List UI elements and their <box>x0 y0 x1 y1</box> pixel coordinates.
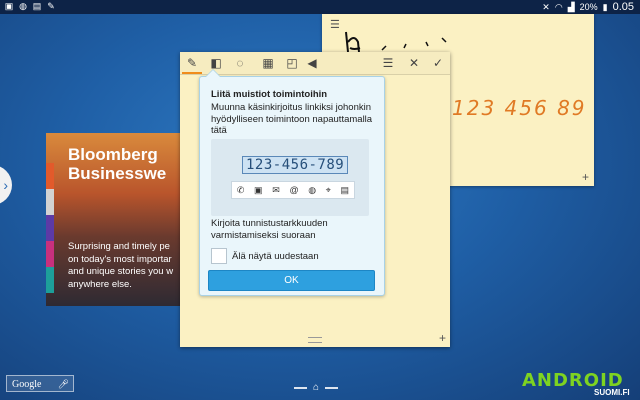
demo-action-icons: ✆ ▣ ✉ @ ◍ ⌖ ▤ <box>231 181 355 199</box>
gallery-icon: ▣ <box>4 1 14 11</box>
home-page-icon: ⌂ <box>313 382 320 393</box>
bloomberg-title-line2: Businesswe <box>68 164 167 183</box>
popup-title: Liitä muistiot toimintoihin <box>211 89 328 100</box>
image-insert-icon[interactable]: ▦ <box>260 55 276 71</box>
browser-icon: ◍ <box>308 184 317 195</box>
stripe-orange <box>46 163 54 189</box>
status-bar: ▣ ◍ ▤ ✎ ✕ ◠ ▟ 20% ▮ 0.05 <box>0 0 640 14</box>
popup-description: Muunna käsinkirjoitus linkiksi johonkin … <box>211 102 373 136</box>
page-dot <box>325 387 339 389</box>
bloomberg-title: Bloomberg Businesswe <box>68 145 166 183</box>
contact-icon: ▣ <box>254 184 263 195</box>
bloomberg-body-line2: on today's most importar <box>68 253 172 265</box>
mute-icon: ✕ <box>542 1 550 12</box>
task-icon: ▤ <box>340 184 350 195</box>
google-search-widget[interactable]: Google 🎤︎ <box>6 375 74 392</box>
stripe-teal <box>46 267 54 293</box>
popup-message: Kirjoita tunnistustarkkuuden varmistamis… <box>211 218 328 241</box>
chevron-right-icon: › <box>3 177 8 193</box>
tutorial-popup: Liitä muistiot toimintoihin Muunna käsin… <box>199 69 385 296</box>
resize-handle[interactable] <box>308 337 322 343</box>
map-pin-icon: ⌖ <box>325 184 331 195</box>
multiwindow-tab[interactable]: › <box>0 165 12 205</box>
google-label: Google <box>12 379 42 390</box>
battery-icon: ▮ <box>602 1 608 12</box>
status-right: ✕ ◠ ▟ 20% ▮ 0.05 <box>542 1 634 13</box>
watermark-sub: SUOMI.FI <box>594 388 630 397</box>
bloomberg-body-line4: anywhere else. <box>68 278 132 290</box>
message-icon: ✉ <box>272 184 280 195</box>
close-icon[interactable]: ✕ <box>406 55 422 71</box>
list-icon[interactable]: ☰ <box>380 55 396 71</box>
signal-icon: ▟ <box>567 1 575 12</box>
bloomberg-body-line3: and unique stories you w <box>68 266 174 277</box>
mic-icon[interactable]: 🎤︎ <box>58 376 69 393</box>
phone-icon: ✆ <box>236 184 245 195</box>
bloomberg-body: Surprising and timely pe on today's most… <box>68 241 186 291</box>
stripe-pink <box>46 241 54 267</box>
add-icon[interactable]: + <box>582 170 589 184</box>
bloomberg-body-line1: Surprising and timely pe <box>68 241 170 252</box>
clock: 0.05 <box>612 1 634 13</box>
pen-tool-icon[interactable]: ✎ <box>182 55 202 74</box>
notification-icons: ▣ ◍ ▤ ✎ <box>4 1 56 11</box>
page-indicator: ⌂ <box>294 382 339 393</box>
bloomberg-widget[interactable]: Bloomberg Businesswe Surprising and time… <box>46 133 186 306</box>
wifi-icon: ◠ <box>554 1 563 12</box>
pen-icon: ✎ <box>47 1 55 11</box>
stripe-purple <box>46 215 54 241</box>
battery-percent: 20% <box>579 2 598 12</box>
handwriting-orange: 123 456 89 <box>452 96 587 120</box>
email-icon: @ <box>289 185 299 195</box>
dont-show-again-label: Älä näytä uudestaan <box>232 250 319 262</box>
bloomberg-title-line1: Bloomberg <box>68 145 158 164</box>
add-icon[interactable]: + <box>439 331 446 345</box>
lasso-icon[interactable]: ◌ <box>232 55 248 71</box>
demo-illustration: 123-456-789 ✆ ▣ ✉ @ ◍ ⌖ ▤ <box>211 139 369 216</box>
confirm-check-icon[interactable]: ✓ <box>430 55 446 71</box>
stripe-gray <box>46 189 54 215</box>
page-icon[interactable]: ◰ <box>284 55 300 71</box>
page-dot <box>294 387 307 389</box>
messenger-icon: ◍ <box>19 1 27 11</box>
back-icon[interactable]: ◀ <box>304 55 320 71</box>
menu-icon[interactable]: ☰ <box>330 18 340 31</box>
document-icon: ▤ <box>32 1 42 11</box>
dont-show-again-row[interactable]: Älä näytä uudestaan <box>211 248 319 264</box>
demo-number: 123-456-789 <box>242 156 349 174</box>
ok-button[interactable]: OK <box>208 270 375 291</box>
dont-show-again-checkbox[interactable] <box>211 248 227 264</box>
